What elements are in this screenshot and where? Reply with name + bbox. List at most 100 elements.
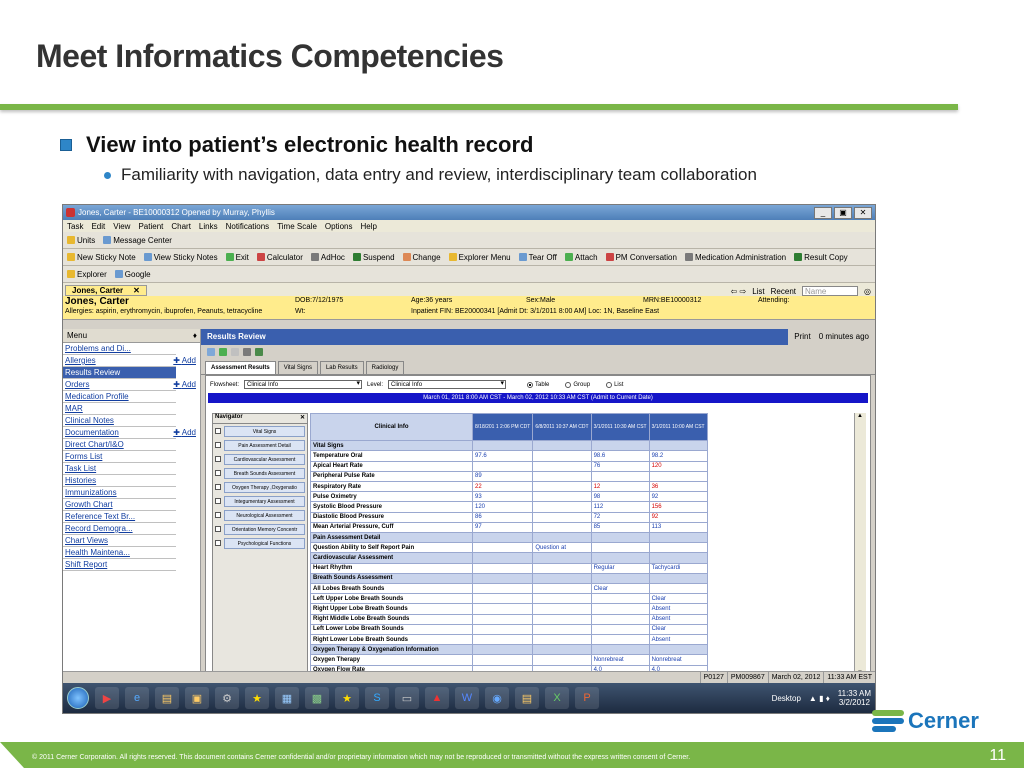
- app-icon[interactable]: ▦: [275, 687, 299, 709]
- menu-item[interactable]: Options: [325, 222, 353, 231]
- toolbar-button[interactable]: Calculator: [256, 253, 303, 262]
- toolbar-icon[interactable]: [243, 348, 251, 356]
- navigator-item[interactable]: Psychological Functions: [213, 536, 307, 550]
- result-cell[interactable]: 86: [471, 511, 534, 523]
- toolbar-button[interactable]: Result Copy: [794, 253, 848, 262]
- add-button[interactable]: ✚ Add: [173, 379, 196, 390]
- vertical-scrollbar[interactable]: [854, 413, 866, 676]
- menu-item-medication-profile[interactable]: Medication Profile: [63, 391, 176, 403]
- checkbox-icon[interactable]: [215, 428, 221, 434]
- result-cell[interactable]: Absent: [648, 634, 708, 646]
- result-cell[interactable]: Regular: [590, 562, 650, 574]
- result-cell[interactable]: [471, 593, 534, 605]
- menu-item-record-demogra-[interactable]: Record Demogra...: [63, 523, 176, 535]
- menu-item-health-maintena-[interactable]: Health Maintena...: [63, 547, 176, 559]
- navigator-button[interactable]: Cardiovascular Assessment: [224, 453, 305, 465]
- result-cell[interactable]: [471, 460, 534, 472]
- result-cell[interactable]: Clear: [648, 593, 708, 605]
- result-cell[interactable]: [648, 583, 708, 595]
- menu-item-direct-chart-i-o[interactable]: Direct Chart/I&O: [63, 439, 176, 451]
- result-cell[interactable]: 36: [648, 481, 708, 493]
- toolbar-icon[interactable]: [255, 348, 263, 356]
- column-header[interactable]: 6/8/2011 10:37 AM CDT: [532, 412, 592, 442]
- checkbox-icon[interactable]: [215, 442, 221, 448]
- menu-item[interactable]: Help: [360, 222, 376, 231]
- result-cell[interactable]: 22: [471, 481, 534, 493]
- menu-item-allergies[interactable]: Allergies ✚ Add: [63, 355, 196, 367]
- window-titlebar[interactable]: Jones, Carter - BE10000312 Opened by Mur…: [63, 205, 875, 220]
- menu-item-results-review[interactable]: Results Review: [63, 367, 176, 379]
- view-option-radio[interactable]: Table: [527, 381, 549, 388]
- result-cell[interactable]: [532, 491, 592, 503]
- result-cell[interactable]: [471, 613, 534, 625]
- menu-item-task-list[interactable]: Task List: [63, 463, 176, 475]
- menu-item[interactable]: Task: [67, 222, 83, 231]
- navigator-button[interactable]: Pain Assessment Detail: [224, 439, 305, 451]
- result-cell[interactable]: 112: [590, 501, 650, 513]
- folder-icon[interactable]: ▤: [155, 687, 179, 709]
- toolbar-icon[interactable]: [219, 348, 227, 356]
- navigator-item[interactable]: Oxygen Therapy ,Oxygenatio: [213, 480, 307, 494]
- result-cell[interactable]: [532, 501, 592, 513]
- result-cell[interactable]: 89: [471, 470, 534, 483]
- result-cell[interactable]: [532, 603, 592, 615]
- result-cell[interactable]: [471, 634, 534, 646]
- add-button[interactable]: ✚ Add: [173, 355, 196, 366]
- navigator-item[interactable]: Breath Sounds Assessment: [213, 466, 307, 480]
- result-cell[interactable]: [532, 562, 592, 574]
- clock[interactable]: 11:33 AM 3/2/2012: [838, 689, 871, 707]
- close-button[interactable]: ✕: [854, 206, 872, 219]
- toolbar-button[interactable]: Attach: [564, 253, 598, 262]
- result-cell[interactable]: [471, 542, 534, 554]
- result-cell[interactable]: Question at: [532, 542, 592, 554]
- navigator-item[interactable]: Pain Assessment Detail: [213, 438, 307, 452]
- level-select[interactable]: Clinical Info: [388, 380, 507, 389]
- menu-item-mar[interactable]: MAR: [63, 403, 176, 415]
- result-cell[interactable]: [471, 623, 534, 636]
- toolbar-button[interactable]: Medication Administration: [684, 253, 786, 262]
- result-cell[interactable]: 92: [648, 491, 708, 503]
- toolbar-button[interactable]: Units: [67, 236, 95, 245]
- result-cell[interactable]: [590, 603, 650, 615]
- menu-item-forms-list[interactable]: Forms List: [63, 451, 176, 463]
- toolbar-button[interactable]: PM Conversation: [605, 253, 677, 262]
- result-cell[interactable]: Clear: [590, 583, 650, 595]
- menu-item-problems-and-di-[interactable]: Problems and Di...: [63, 343, 176, 355]
- results-tab[interactable]: Assessment Results: [205, 361, 276, 374]
- toolbar-button[interactable]: New Sticky Note: [67, 253, 136, 262]
- result-cell[interactable]: [532, 613, 592, 625]
- menu-item[interactable]: Time Scale: [277, 222, 317, 231]
- result-cell[interactable]: 120: [471, 501, 534, 513]
- list-button[interactable]: List: [752, 287, 764, 296]
- runner-icon[interactable]: ★: [335, 687, 359, 709]
- result-cell[interactable]: [532, 450, 592, 462]
- menu-item-immunizations[interactable]: Immunizations: [63, 487, 176, 499]
- checkbox-icon[interactable]: [215, 512, 221, 518]
- view-option-radio[interactable]: List: [606, 381, 623, 388]
- result-cell[interactable]: [471, 654, 534, 666]
- menu-item-reference-text-br-[interactable]: Reference Text Br...: [63, 511, 176, 523]
- pin-icon[interactable]: ♦: [193, 329, 200, 342]
- powerpoint-icon[interactable]: P: [575, 687, 599, 709]
- patient-tab[interactable]: Jones, Carter ✕: [65, 285, 147, 296]
- toolbar-icon[interactable]: [207, 348, 215, 356]
- checkbox-icon[interactable]: [215, 540, 221, 546]
- checkbox-icon[interactable]: [215, 526, 221, 532]
- toolbar-button[interactable]: Suspend: [352, 253, 395, 262]
- navigator-button[interactable]: Oxygen Therapy ,Oxygenatio: [224, 481, 305, 493]
- result-cell[interactable]: [590, 542, 650, 554]
- result-cell[interactable]: [590, 470, 650, 483]
- result-cell[interactable]: [471, 562, 534, 574]
- tool-icon[interactable]: ⚙: [215, 687, 239, 709]
- close-tab-icon[interactable]: ✕: [133, 286, 140, 295]
- minimize-button[interactable]: _: [814, 206, 832, 219]
- result-cell[interactable]: [590, 613, 650, 625]
- navigator-button[interactable]: Breath Sounds Assessment: [224, 467, 305, 479]
- network-icon[interactable]: ◉: [485, 687, 509, 709]
- flowsheet-select[interactable]: Clinical Info: [244, 380, 363, 389]
- navigator-button[interactable]: Neurological Assessment: [224, 509, 305, 521]
- column-header[interactable]: 3/1/2011 10:30 AM CST: [590, 412, 650, 442]
- result-cell[interactable]: [590, 593, 650, 605]
- browser-icon[interactable]: e: [125, 687, 149, 709]
- result-cell[interactable]: [471, 583, 534, 595]
